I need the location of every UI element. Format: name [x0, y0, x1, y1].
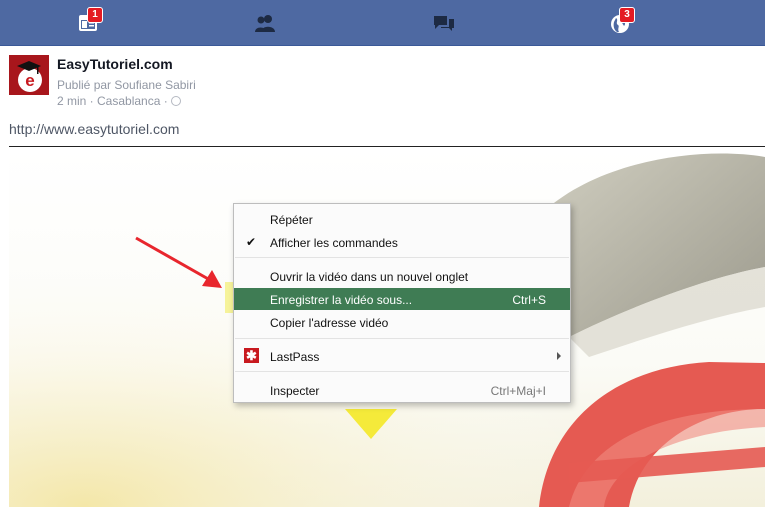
- page-name[interactable]: EasyTutoriel.com: [57, 56, 173, 72]
- menu-item-label: Copier l'adresse vidéo: [270, 316, 389, 330]
- menu-item-repeat[interactable]: Répéter: [234, 208, 570, 230]
- notifications-button[interactable]: 3: [605, 7, 635, 38]
- menu-item-show-controls[interactable]: ✔ Afficher les commandes: [234, 231, 570, 253]
- published-by: Publié par Soufiane Sabiri: [57, 78, 196, 92]
- submenu-arrow-icon: [557, 352, 561, 360]
- friends-icon: [255, 15, 275, 32]
- menu-item-label: Ouvrir la vidéo dans un nouvel onglet: [270, 270, 469, 284]
- svg-text:e: e: [25, 71, 34, 90]
- messages-button[interactable]: [428, 8, 458, 38]
- menu-item-label: LastPass: [270, 350, 320, 364]
- menu-separator: [235, 371, 569, 372]
- menu-item-label: Répéter: [270, 213, 313, 227]
- public-globe-icon: [170, 96, 181, 106]
- top-nav-bar: 1 3: [0, 0, 765, 46]
- red-arrow-annotation: [135, 236, 222, 288]
- menu-item-inspect[interactable]: Inspecter Ctrl+Maj+I: [234, 379, 570, 401]
- easytutoriel-logo-icon: e: [9, 55, 49, 95]
- lastpass-icon: ✱: [244, 348, 259, 363]
- news-feed-button[interactable]: 1: [73, 7, 103, 38]
- menu-item-label: Enregistrer la vidéo sous...: [270, 293, 413, 307]
- menu-item-shortcut: Ctrl+Maj+I: [490, 384, 546, 398]
- menu-item-shortcut: Ctrl+S: [512, 293, 546, 307]
- menu-item-label: Inspecter: [270, 384, 320, 398]
- menu-item-copy-video-address[interactable]: Copier l'adresse vidéo: [234, 311, 570, 333]
- notifications-badge: 3: [619, 7, 635, 23]
- page-avatar[interactable]: e: [9, 55, 49, 95]
- post-meta: 2 min · Casablanca ·: [57, 94, 181, 108]
- messages-icon: [434, 16, 454, 31]
- menu-separator: [235, 338, 569, 339]
- menu-item-save-video-as[interactable]: Enregistrer la vidéo sous... Ctrl+S: [234, 288, 570, 310]
- menu-item-label: Afficher les commandes: [270, 236, 398, 250]
- video-context-menu: Répéter ✔ Afficher les commandes Ouvrir …: [233, 203, 571, 403]
- post-link[interactable]: http://www.easytutoriel.com: [9, 121, 179, 137]
- checkmark-icon: ✔: [246, 235, 257, 249]
- news-feed-badge: 1: [87, 7, 103, 23]
- menu-item-open-in-new-tab[interactable]: Ouvrir la vidéo dans un nouvel onglet: [234, 265, 570, 287]
- menu-separator: [235, 257, 569, 258]
- friend-requests-button[interactable]: [249, 8, 279, 38]
- menu-item-lastpass[interactable]: ✱ LastPass: [234, 345, 570, 367]
- time-location: 2 min · Casablanca ·: [57, 94, 168, 108]
